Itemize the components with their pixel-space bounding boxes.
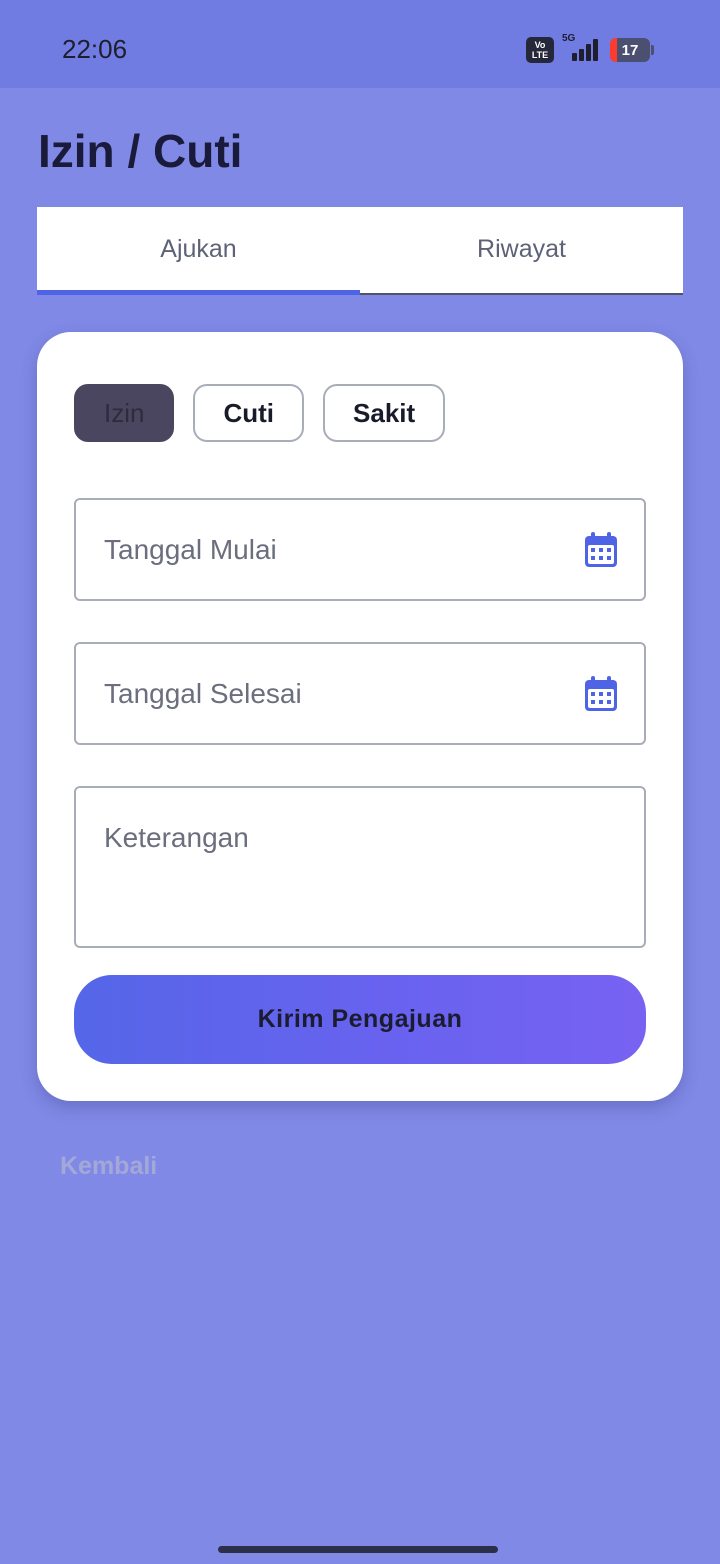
end-date-field[interactable]: Tanggal Selesai: [74, 642, 646, 745]
notes-textarea[interactable]: Keterangan: [74, 786, 646, 948]
submit-button[interactable]: Kirim Pengajuan: [74, 975, 646, 1064]
tab-bar: Ajukan Riwayat: [37, 207, 683, 295]
network-type-label: 5G: [562, 33, 576, 44]
status-icons: Vo LTE 5G 17: [526, 33, 654, 64]
chip-izin[interactable]: Izin: [74, 384, 175, 442]
status-bar: 22:06 Vo LTE 5G 17: [0, 0, 720, 88]
end-date-placeholder: Tanggal Selesai: [104, 678, 302, 709]
page-title: Izin / Cuti: [38, 125, 243, 177]
battery-level: 17: [621, 41, 639, 59]
leave-form-card: Izin Cuti Sakit Tanggal Mulai Tanggal Se…: [37, 332, 683, 1101]
start-date-field[interactable]: Tanggal Mulai: [74, 498, 646, 601]
signal-icon: 5G: [562, 33, 602, 64]
home-indicator[interactable]: [218, 1546, 498, 1553]
volte-icon: Vo LTE: [526, 37, 554, 63]
chip-cuti[interactable]: Cuti: [193, 384, 305, 442]
notes-placeholder: Keterangan: [104, 822, 249, 853]
tab-riwayat[interactable]: Riwayat: [360, 207, 683, 295]
tab-ajukan[interactable]: Ajukan: [37, 207, 360, 295]
leave-type-chips: Izin Cuti Sakit: [74, 384, 446, 442]
battery-icon: 17: [610, 38, 650, 62]
status-time: 22:06: [62, 34, 128, 64]
back-link[interactable]: Kembali: [60, 1152, 157, 1181]
calendar-icon[interactable]: [584, 532, 618, 568]
chip-sakit[interactable]: Sakit: [323, 384, 446, 442]
start-date-placeholder: Tanggal Mulai: [104, 534, 277, 565]
calendar-icon[interactable]: [584, 676, 618, 712]
